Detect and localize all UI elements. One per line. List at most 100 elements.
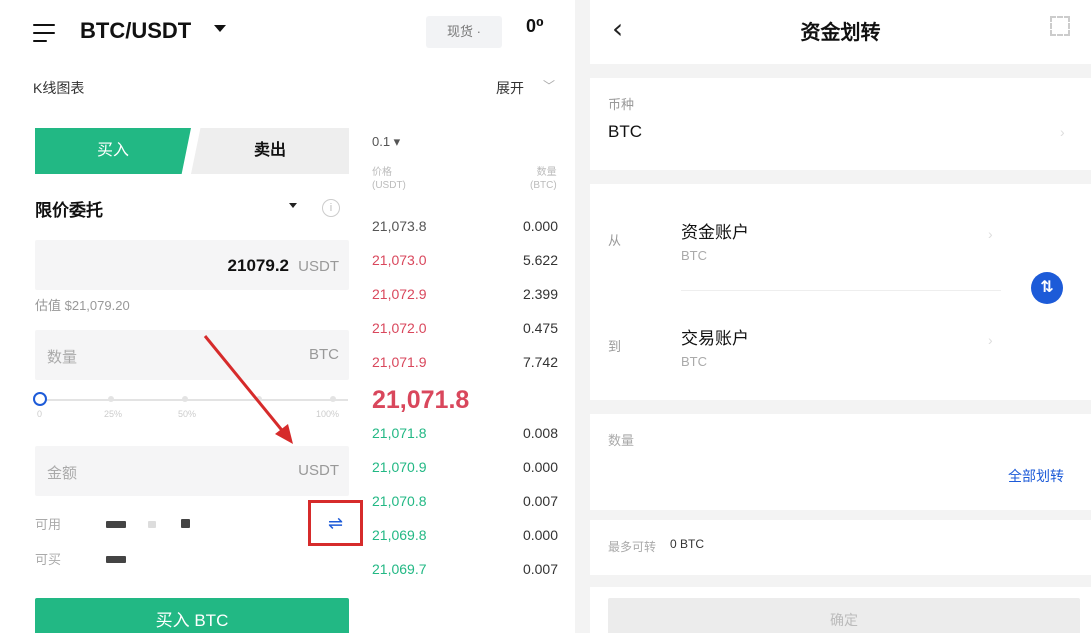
last-price: 21,071.8 (372, 386, 470, 414)
ask-row[interactable]: 21,073.8 0.000 (372, 218, 558, 244)
bid-amount: 0.000 (522, 527, 558, 543)
depth-step-select[interactable]: 0.1 ▾ (372, 134, 400, 150)
to-account[interactable]: 交易账户 (681, 324, 749, 349)
slider-tick[interactable] (182, 396, 188, 402)
sell-tab[interactable]: 卖出 (191, 128, 349, 174)
info-icon[interactable]: i (322, 199, 340, 217)
buy-btc-button[interactable]: 买入 BTC (35, 598, 349, 633)
section-divider (590, 400, 1091, 414)
quantity-input[interactable]: 数量 (608, 430, 988, 470)
price-estimate: 估值 $21,079.20 (35, 298, 130, 313)
from-account-coin: BTC (681, 248, 707, 263)
chevron-right-icon[interactable]: › (988, 332, 993, 348)
slider-tick[interactable] (330, 396, 336, 402)
ask-amount: 5.622 (522, 252, 558, 268)
ask-row[interactable]: 21,073.0 5.622 (372, 252, 558, 278)
available-value (106, 521, 126, 528)
kline-label: K线图表 (33, 80, 85, 96)
menu-icon[interactable] (33, 24, 55, 42)
amount-input[interactable]: 金额 USDT (35, 446, 349, 496)
ask-amount: 0.475 (522, 320, 558, 336)
caret-down-icon[interactable] (289, 203, 297, 208)
ask-price: 21,071.9 (372, 354, 427, 370)
bid-row[interactable]: 21,070.8 0.007 (372, 493, 558, 519)
bid-row[interactable]: 21,070.9 0.000 (372, 459, 558, 485)
price-header: 价格 (USDT) (372, 166, 406, 192)
section-divider (590, 64, 1091, 78)
bid-price: 21,069.7 (372, 561, 427, 577)
amount-header-label: 数量 (536, 167, 557, 178)
divider (681, 290, 1001, 291)
bid-row[interactable]: 21,069.7 0.007 (372, 561, 558, 587)
pair-selector[interactable]: BTC/USDT (80, 18, 191, 44)
bid-row[interactable]: 21,071.8 0.008 (372, 425, 558, 451)
section-divider (590, 170, 1091, 184)
price-header-label: 价格 (372, 167, 392, 178)
more-icon[interactable]: 0⁰ (526, 16, 544, 37)
bid-price: 21,069.8 (372, 527, 427, 543)
ask-price: 21,073.0 (372, 252, 427, 268)
mode-selector[interactable]: 现货 · (426, 16, 502, 48)
transfer-icon-button[interactable]: ⇌ (308, 500, 363, 546)
buy-tab[interactable]: 买入 (35, 128, 191, 174)
confirm-button[interactable]: 确定 (608, 598, 1080, 633)
amount-header-unit: (BTC) (530, 180, 557, 191)
order-type-select[interactable]: 限价委托 (35, 196, 103, 221)
expand-button[interactable]: 展开 (496, 78, 524, 98)
available-value (181, 519, 190, 528)
ask-price: 21,072.9 (372, 286, 427, 302)
coin-select[interactable]: BTC (608, 122, 642, 142)
available-value (148, 521, 156, 528)
bid-price: 21,070.8 (372, 493, 427, 509)
from-account[interactable]: 资金账户 (681, 218, 749, 243)
ask-amount: 7.742 (522, 354, 558, 370)
transfer-panel: 资金划转 ‹ 币种 BTC › 从 资金账户 BTC › ⇅ 到 交易账户 BT… (590, 0, 1091, 633)
price-header-unit: (USDT) (372, 180, 406, 191)
bid-price: 21,070.9 (372, 459, 427, 475)
from-label: 从 (608, 233, 622, 248)
ask-price: 21,072.0 (372, 320, 427, 336)
bid-amount: 0.007 (522, 561, 558, 577)
amount-placeholder: 金额 (47, 465, 78, 482)
amount-header: 数量 (BTC) (530, 166, 557, 192)
max-transfer-label: 最多可转 (608, 540, 657, 554)
bid-amount: 0.008 (522, 425, 558, 441)
ask-amount: 2.399 (522, 286, 558, 302)
bid-row[interactable]: 21,069.8 0.000 (372, 527, 558, 553)
chevron-right-icon[interactable]: › (1060, 124, 1065, 140)
slider-tick[interactable] (108, 396, 114, 402)
ask-row[interactable]: 21,072.0 0.475 (372, 320, 558, 346)
ask-row[interactable]: 21,072.9 2.399 (372, 286, 558, 312)
price-input[interactable]: 21079.2 USDT (35, 240, 349, 290)
trade-panel: BTC/USDT 现货 · 0⁰ K线图表 展开 ﹀ 买入 卖出 限价委托 i … (0, 0, 575, 633)
transfer-all-button[interactable]: 全部划转 (1008, 466, 1064, 486)
max-transfer-value: 0 BTC (670, 537, 705, 551)
caret-down-icon[interactable] (214, 25, 226, 32)
price-value: 21079.2 (227, 256, 289, 275)
ask-row[interactable]: 21,071.9 7.742 (372, 354, 558, 380)
record-icon[interactable] (1050, 16, 1070, 36)
section-divider (590, 575, 1091, 587)
slider-label: 0 (37, 409, 43, 419)
available-label: 可用 (35, 517, 62, 532)
section-divider (590, 510, 1091, 520)
slider-label: 25% (104, 409, 123, 419)
annotation-arrow (203, 335, 293, 444)
to-account-coin: BTC (681, 354, 707, 369)
chevron-down-icon[interactable]: ﹀ (543, 77, 555, 94)
ask-amount: 0.000 (522, 218, 558, 234)
slider-label: 50% (178, 409, 197, 419)
back-icon[interactable]: ‹ (612, 12, 623, 45)
to-label: 到 (608, 339, 622, 354)
quantity-unit: BTC (309, 346, 339, 363)
slider-handle[interactable] (33, 392, 47, 406)
ask-price: 21,073.8 (372, 218, 427, 234)
swap-accounts-button[interactable]: ⇅ (1031, 272, 1063, 304)
bid-price: 21,071.8 (372, 425, 427, 441)
bid-amount: 0.007 (522, 493, 558, 509)
price-unit: USDT (298, 258, 339, 275)
chevron-right-icon[interactable]: › (988, 226, 993, 242)
coin-label: 币种 (608, 97, 635, 112)
quantity-placeholder: 数量 (47, 349, 78, 366)
panel-divider (575, 0, 590, 633)
